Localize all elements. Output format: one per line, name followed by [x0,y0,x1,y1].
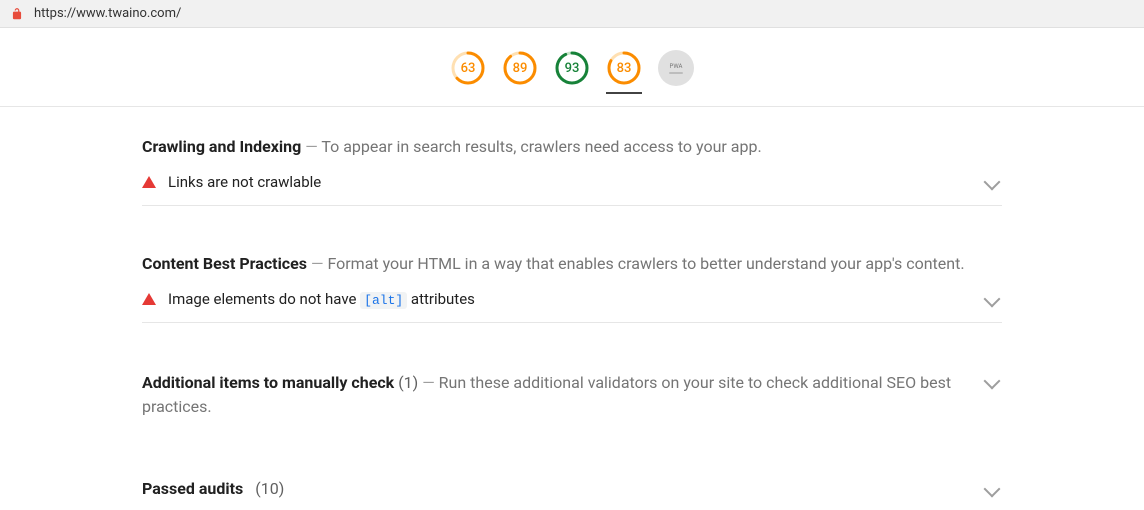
score-gauges-row: 63 89 93 83 PWA [0,28,1144,107]
section-count: (1) [398,373,418,392]
section-title: Additional items to manually check [142,373,394,392]
chevron-down-icon [984,291,1001,308]
section-count: (10) [255,479,284,498]
dash: — [422,373,435,392]
dash: — [305,137,318,156]
audit-label: Links are not crawlable [168,173,974,191]
section-crawling-header: Crawling and Indexing — To appear in sea… [142,135,1002,159]
section-content-bp-header: Content Best Practices — Format your HTM… [142,252,1002,276]
warning-triangle-icon [142,293,156,305]
insecure-lock-icon [10,7,24,21]
section-desc: Format your HTML in a way that enables c… [327,254,964,273]
chevron-down-icon [984,373,1001,390]
audit-text-pre: Image elements do not have [168,290,360,308]
gauge-performance[interactable]: 63 [450,50,486,94]
section-passed-audits[interactable]: Passed audits (10) [142,479,1002,510]
gauge-value: 63 [450,50,486,86]
chevron-down-icon [984,480,1001,497]
dash: — [311,254,324,273]
audit-links-not-crawlable[interactable]: Links are not crawlable [142,159,1002,206]
audit-label: Image elements do not have [alt] attribu… [168,290,974,308]
code-chip-alt: [alt] [360,292,407,309]
url-text[interactable]: https://www.twaino.com/ [34,6,181,21]
gauge-value: 93 [554,50,590,86]
chevron-down-icon [984,174,1001,191]
gauge-seo[interactable]: 83 [606,50,642,94]
gauge-pwa[interactable]: PWA [658,50,694,94]
gauge-best-practices[interactable]: 93 [554,50,590,94]
section-title: Content Best Practices [142,254,307,273]
section-desc: To appear in search results, crawlers ne… [321,137,761,156]
section-manual-check[interactable]: Additional items to manually check (1) —… [142,371,1002,419]
gauge-value: 83 [606,50,642,86]
pwa-badge-icon: PWA [658,50,694,86]
url-bar: https://www.twaino.com/ [0,0,1144,28]
audit-text-post: attributes [407,290,475,308]
warning-triangle-icon [142,176,156,188]
section-title: Passed audits [142,479,243,498]
audit-images-no-alt[interactable]: Image elements do not have [alt] attribu… [142,276,1002,323]
gauge-value: 89 [502,50,538,86]
pwa-label: PWA [670,63,683,70]
gauge-accessibility[interactable]: 89 [502,50,538,94]
section-title: Crawling and Indexing [142,137,301,156]
